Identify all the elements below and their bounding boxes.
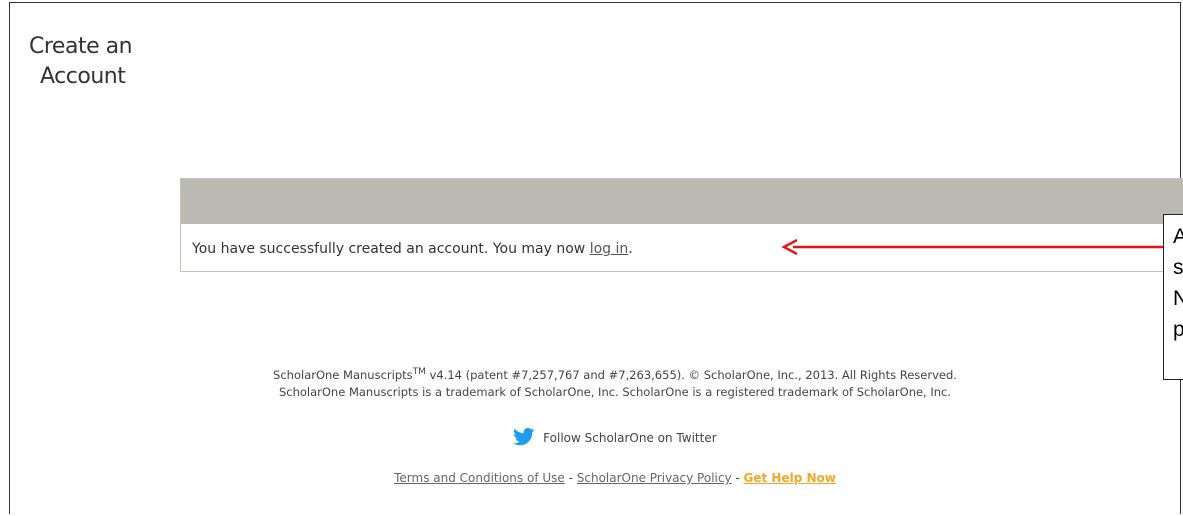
link-separator: - (731, 471, 744, 485)
callout-line: A (1173, 221, 1183, 252)
twitter-follow-text[interactable]: Follow ScholarOne on Twitter (543, 431, 716, 445)
footer-links: Terms and Conditions of Use - ScholarOne… (0, 471, 1183, 485)
success-panel: You have successfully created an account… (180, 178, 1183, 272)
twitter-follow[interactable]: Follow ScholarOne on Twitter (0, 428, 1183, 449)
page-title: Create an Account (29, 32, 133, 92)
success-message-period: . (628, 241, 633, 257)
trademark-line: ScholarOne Manuscripts is a trademark of… (278, 384, 952, 399)
page-title-line-1: Create an (29, 34, 133, 59)
annotation-arrow (781, 239, 1166, 255)
panel-header (181, 179, 1183, 224)
page-title-line-2: Account (40, 64, 126, 89)
annotation-callout: A s N p (1163, 214, 1183, 380)
version-copyright: v4.14 (patent #7,257,767 and #7,263,655)… (425, 367, 957, 382)
callout-line: p (1173, 314, 1183, 345)
copyright-line: ScholarOne ManuscriptsTM v4.14 (patent #… (0, 364, 1183, 384)
privacy-link[interactable]: ScholarOne Privacy Policy (577, 471, 732, 485)
callout-line: s (1173, 256, 1183, 279)
product-name: ScholarOne Manuscripts (273, 367, 413, 382)
terms-link[interactable]: Terms and Conditions of Use (394, 471, 565, 485)
twitter-bird-icon[interactable] (513, 428, 535, 449)
get-help-link[interactable]: Get Help Now (744, 471, 836, 485)
trademark-symbol: TM (412, 367, 426, 377)
link-separator: - (564, 471, 577, 485)
success-message-text: You have successfully created an account… (192, 241, 590, 257)
copyright-footer: ScholarOne ManuscriptsTM v4.14 (patent #… (0, 364, 1183, 401)
callout-line: N (1173, 283, 1183, 314)
login-link[interactable]: log in (590, 241, 629, 257)
